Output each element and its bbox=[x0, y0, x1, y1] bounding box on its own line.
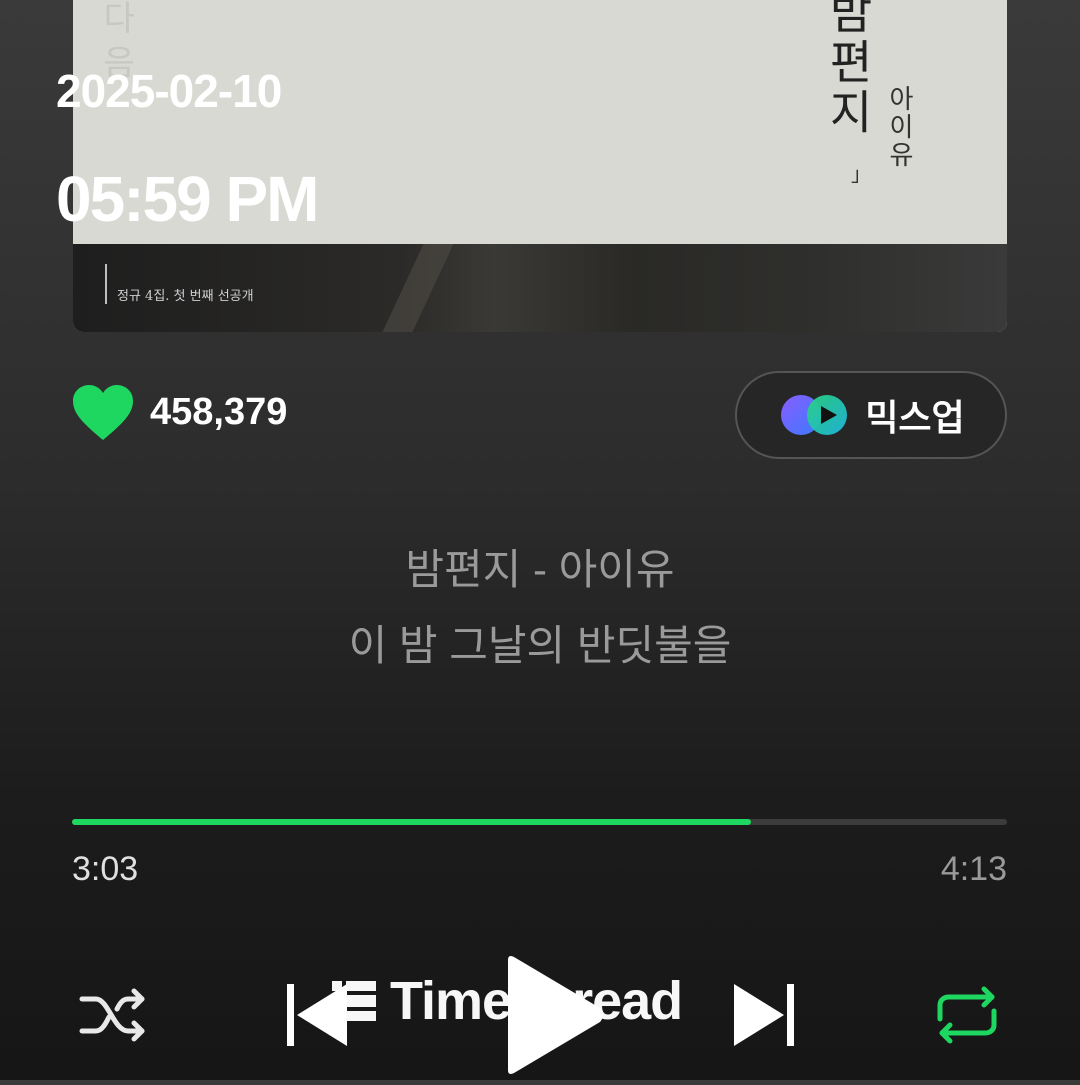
lyrics-current-line[interactable]: 이 밤 그날의 반딧불을 bbox=[0, 612, 1080, 673]
mixup-logo-icon bbox=[777, 391, 851, 439]
heart-icon[interactable] bbox=[72, 384, 134, 442]
overlay-date: 2025-02-10 bbox=[56, 65, 282, 117]
album-subtitle: 정규 4집. 첫 번째 선공개 bbox=[105, 264, 254, 304]
progress-bar[interactable] bbox=[72, 819, 1007, 825]
shuffle-icon[interactable] bbox=[78, 985, 148, 1045]
like-count: 458,379 bbox=[150, 391, 288, 433]
mixup-label: 믹스업 bbox=[865, 397, 965, 438]
next-track-icon[interactable] bbox=[728, 978, 798, 1052]
total-time: 4:13 bbox=[940, 850, 1007, 888]
album-bracket-mark: 」 bbox=[851, 164, 871, 186]
watermark-text: Timespread bbox=[390, 971, 683, 1031]
watermark: Timespread bbox=[330, 970, 683, 1032]
album-title-vertical: 밤편지 bbox=[821, 0, 875, 138]
overlay-time: 05:59 PM bbox=[56, 163, 319, 235]
album-artist-vertical: 아이유 bbox=[884, 85, 914, 169]
lyrics-song-line[interactable]: 밤편지 - 아이유 bbox=[0, 536, 1080, 597]
elapsed-time: 3:03 bbox=[72, 850, 139, 888]
mixup-button[interactable]: 믹스업 bbox=[735, 371, 1007, 459]
repeat-icon[interactable] bbox=[932, 985, 1002, 1045]
watermark-logo-icon bbox=[332, 981, 376, 1021]
progress-fill bbox=[72, 819, 752, 825]
